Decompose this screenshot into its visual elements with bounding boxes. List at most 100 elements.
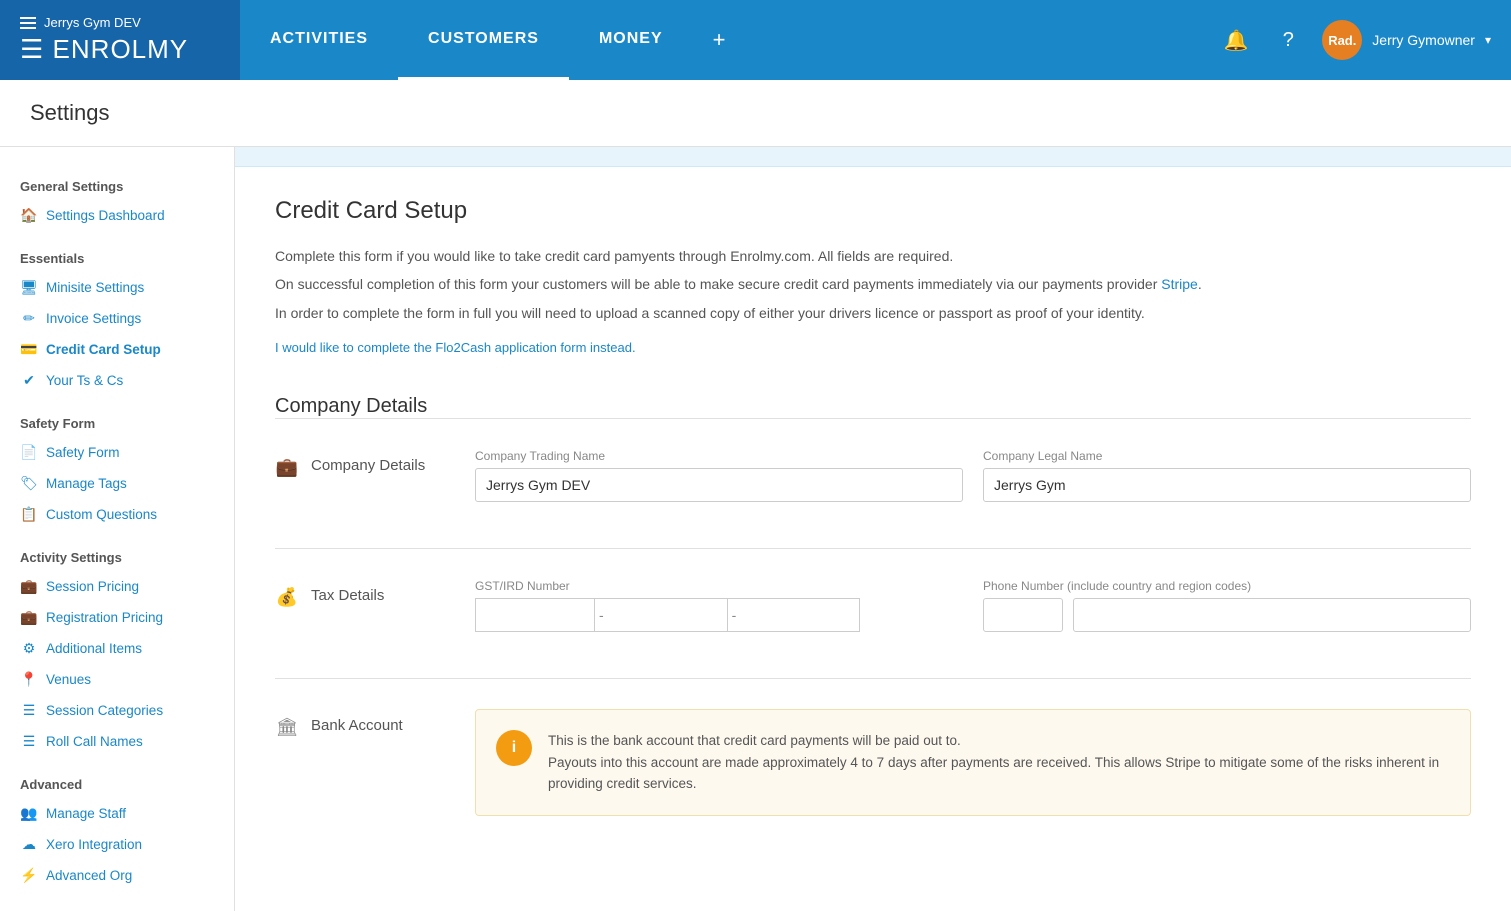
credit-card-icon: 💳 — [20, 341, 38, 358]
sidebar-item-session-categories[interactable]: ☰ Session Categories — [0, 695, 234, 726]
company-name-row: Company Trading Name Company Legal Name — [475, 449, 1471, 502]
sidebar-item-session-pricing[interactable]: 💼 Session Pricing — [0, 571, 234, 602]
gear-icon: ⚙ — [20, 640, 38, 657]
gst-group: GST/IRD Number - - — [475, 579, 963, 632]
bank-account-info-box: i This is the bank account that credit c… — [475, 709, 1471, 816]
tax-row: GST/IRD Number - - Phone Number (include… — [475, 579, 1471, 632]
intro-line-3: In order to complete the form in full yo… — [275, 302, 1471, 324]
sidebar-item-registration-pricing[interactable]: 💼 Registration Pricing — [0, 602, 234, 633]
sidebar-item-manage-staff[interactable]: 👥 Manage Staff — [0, 798, 234, 829]
legal-name-input[interactable] — [983, 468, 1471, 502]
gst-part1-input[interactable] — [475, 598, 595, 632]
sidebar-item-advanced-org[interactable]: ⚡ Advanced Org — [0, 860, 234, 891]
nav-right: 🔔 ? Rad. Jerry Gymowner ▾ — [1218, 0, 1511, 80]
sidebar-section-advanced: Advanced — [0, 765, 234, 798]
bank-icon: 🏛 — [275, 717, 299, 738]
briefcase2-icon: 💼 — [20, 609, 38, 626]
phone-label: Phone Number (include country and region… — [983, 579, 1471, 593]
legal-name-label: Company Legal Name — [983, 449, 1471, 463]
notification-bell-button[interactable]: 🔔 — [1218, 22, 1254, 58]
gst-dash2: - — [728, 598, 741, 632]
sidebar-item-manage-tags[interactable]: 🏷 Manage Tags — [0, 468, 234, 499]
people-icon: 👥 — [20, 805, 38, 822]
bank-info-text: This is the bank account that credit car… — [548, 730, 1450, 795]
lightning-icon: ⚡ — [20, 867, 38, 884]
company-details-label: 💼 Company Details — [275, 449, 475, 518]
company-details-heading: Company Details — [275, 395, 1471, 418]
flo2cash-link[interactable]: I would like to complete the Flo2Cash ap… — [275, 340, 636, 355]
bank-account-section: 🏛 Bank Account i This is the bank accoun… — [275, 678, 1471, 816]
sidebar-section-general: General Settings — [0, 167, 234, 200]
sidebar-item-xero-integration[interactable]: ☁ Xero Integration — [0, 829, 234, 860]
home-icon: 🏠 — [20, 207, 38, 224]
sidebar-item-venues[interactable]: 📍 Venues — [0, 664, 234, 695]
nav-tabs: ACTIVITIES CUSTOMERS MONEY + — [240, 0, 1218, 80]
tax-details-section: 💰 Tax Details GST/IRD Number - - — [275, 548, 1471, 648]
bank-account-content: i This is the bank account that credit c… — [475, 709, 1471, 816]
list-icon: ☰ — [20, 702, 38, 719]
user-menu[interactable]: Rad. Jerry Gymowner ▾ — [1322, 20, 1491, 60]
trading-name-input[interactable] — [475, 468, 963, 502]
help-button[interactable]: ? — [1270, 22, 1306, 58]
info-icon: i — [496, 730, 532, 766]
cloud-icon: ☁ — [20, 836, 38, 853]
briefcase-section-icon: 💼 — [275, 457, 299, 478]
nav-tab-customers[interactable]: CUSTOMERS — [398, 0, 569, 80]
document-icon: 📄 — [20, 444, 38, 461]
trading-name-group: Company Trading Name — [475, 449, 963, 502]
briefcase-icon: 💼 — [20, 578, 38, 595]
clipboard-icon: 📋 — [20, 506, 38, 523]
chevron-down-icon: ▾ — [1485, 33, 1491, 47]
nav-tab-plus[interactable]: + — [693, 0, 746, 80]
nav-tab-money[interactable]: MONEY — [569, 0, 693, 80]
logo: ☰ ENROLMY — [20, 34, 220, 65]
user-name: Jerry Gymowner — [1372, 32, 1475, 48]
tax-icon: 💰 — [275, 587, 299, 608]
credit-card-setup-title: Credit Card Setup — [275, 197, 1471, 225]
intro-line-1: Complete this form if you would like to … — [275, 245, 1471, 267]
phone-group: Phone Number (include country and region… — [983, 579, 1471, 632]
map-pin-icon: 📍 — [20, 671, 38, 688]
gst-part3-input[interactable] — [740, 598, 860, 632]
bank-account-label: 🏛 Bank Account — [275, 709, 475, 816]
sidebar: General Settings 🏠 Settings Dashboard Es… — [0, 147, 235, 911]
header-band — [235, 147, 1511, 167]
pencil-icon: ✏ — [20, 310, 38, 327]
sidebar-item-roll-call-names[interactable]: ☰ Roll Call Names — [0, 726, 234, 757]
hamburger-icon — [20, 17, 36, 29]
sidebar-item-custom-questions[interactable]: 📋 Custom Questions — [0, 499, 234, 530]
company-details-fields: Company Trading Name Company Legal Name — [475, 449, 1471, 518]
phone-number-input[interactable] — [1073, 598, 1471, 632]
gst-inputs: - - — [475, 598, 963, 632]
page-title: Settings — [30, 100, 1481, 126]
stripe-link[interactable]: Stripe — [1161, 276, 1198, 292]
sidebar-section-essentials: Essentials — [0, 239, 234, 272]
sidebar-item-safety-form[interactable]: 📄 Safety Form — [0, 437, 234, 468]
sidebar-item-settings-dashboard[interactable]: 🏠 Settings Dashboard — [0, 200, 234, 231]
top-nav: Jerrys Gym DEV ☰ ENROLMY ACTIVITIES CUST… — [0, 0, 1511, 80]
gst-part2-input[interactable] — [608, 598, 728, 632]
avatar: Rad. — [1322, 20, 1362, 60]
hamburger-menu[interactable]: Jerrys Gym DEV — [20, 15, 220, 30]
nav-tab-activities[interactable]: ACTIVITIES — [240, 0, 398, 80]
phone-inputs — [983, 598, 1471, 632]
phone-country-input[interactable] — [983, 598, 1063, 632]
main-content: Credit Card Setup Complete this form if … — [235, 147, 1511, 911]
sidebar-section-safety: Safety Form — [0, 404, 234, 437]
sidebar-item-invoice-settings[interactable]: ✏ Invoice Settings — [0, 303, 234, 334]
list2-icon: ☰ — [20, 733, 38, 750]
gst-dash1: - — [595, 598, 608, 632]
legal-name-group: Company Legal Name — [983, 449, 1471, 502]
gst-label: GST/IRD Number — [475, 579, 963, 593]
gym-name-label: Jerrys Gym DEV — [44, 15, 141, 30]
page-title-bar: Settings — [0, 80, 1511, 147]
sidebar-item-credit-card-setup[interactable]: 💳 Credit Card Setup — [0, 334, 234, 365]
sidebar-item-your-ts-cs[interactable]: ✔ Your Ts & Cs — [0, 365, 234, 396]
checkmark-icon: ✔ — [20, 372, 38, 389]
intro-line-2: On successful completion of this form yo… — [275, 273, 1471, 295]
monitor-icon: 🖥 — [20, 279, 38, 296]
sidebar-item-additional-items[interactable]: ⚙ Additional Items — [0, 633, 234, 664]
tag-icon: 🏷 — [20, 475, 38, 492]
sidebar-item-minisite-settings[interactable]: 🖥 Minisite Settings — [0, 272, 234, 303]
main-inner: Credit Card Setup Complete this form if … — [235, 167, 1511, 876]
